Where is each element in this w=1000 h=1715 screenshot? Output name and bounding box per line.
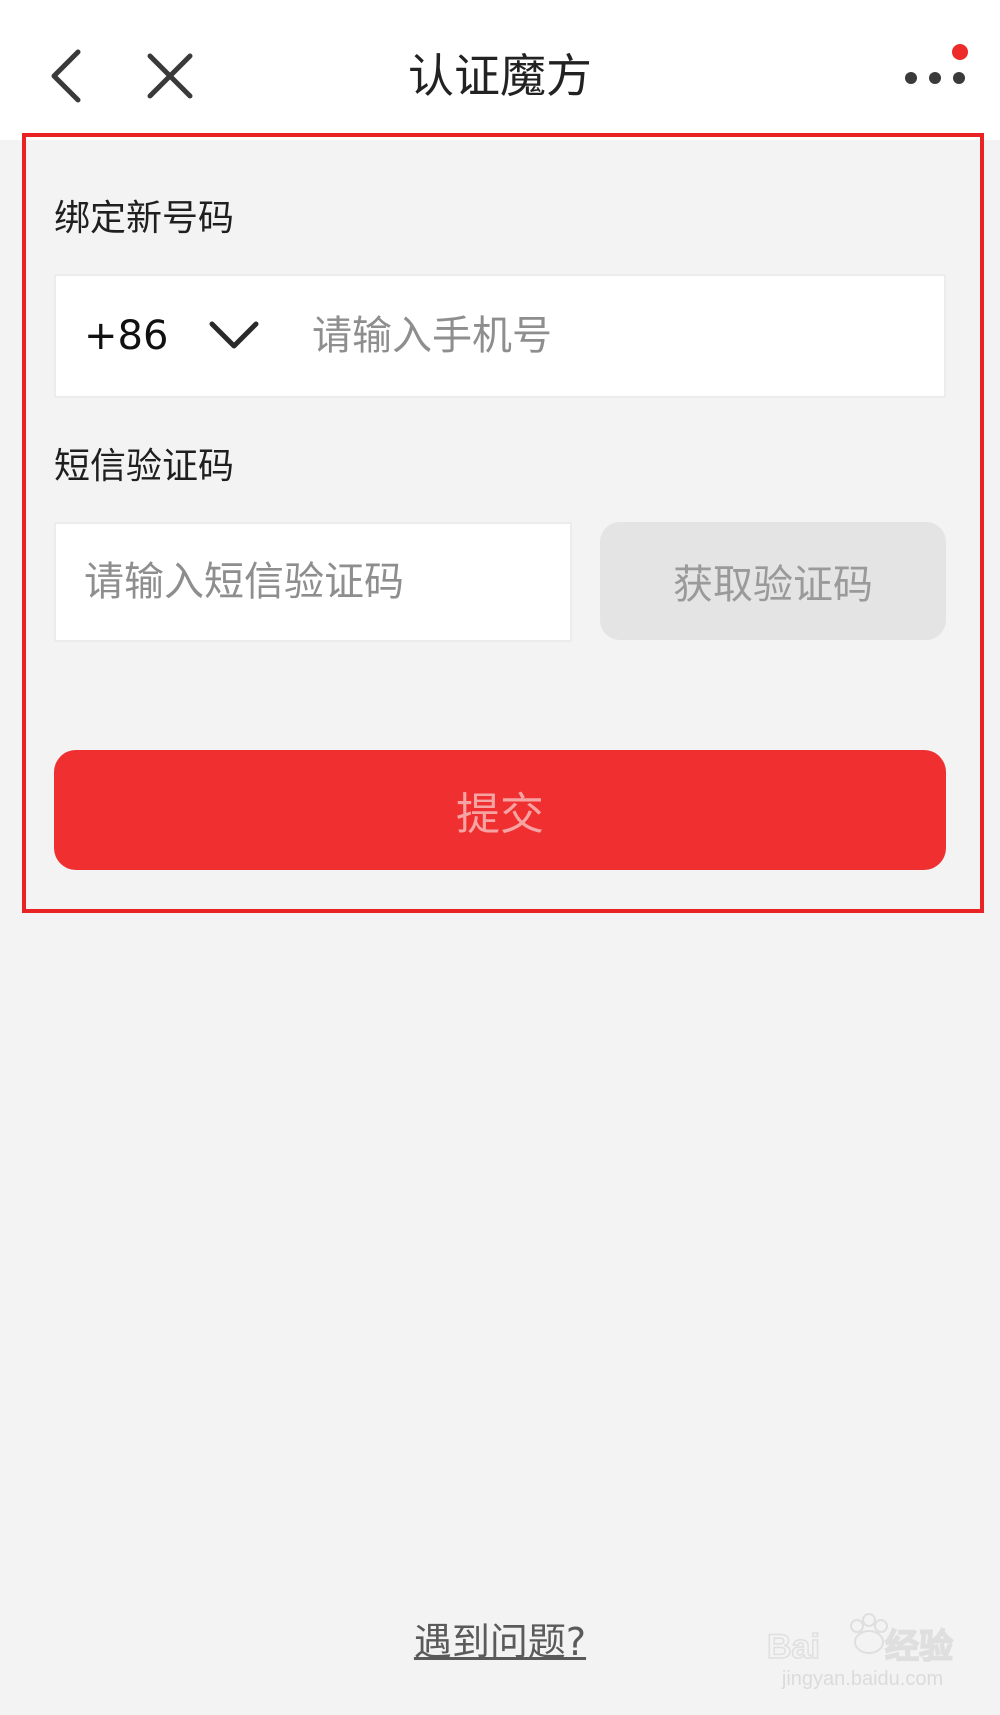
more-dots-icon[interactable] [895, 58, 975, 98]
sms-code-input[interactable] [84, 534, 554, 630]
baidu-jingyan-logo: Bai 经验 [766, 1613, 954, 1667]
more-dot [929, 72, 941, 84]
more-dot [953, 72, 965, 84]
page-title: 认证魔方 [408, 49, 592, 103]
more-dot [905, 72, 917, 84]
sms-code-label: 短信验证码 [54, 446, 235, 487]
close-icon[interactable] [140, 46, 200, 106]
watermark-url: jingyan.baidu.com [781, 1668, 944, 1690]
get-code-button[interactable]: 获取验证码 [600, 522, 946, 640]
back-icon[interactable] [40, 40, 96, 112]
country-code[interactable]: +86 [84, 276, 168, 396]
chevron-down-icon[interactable] [204, 310, 264, 360]
phone-input[interactable] [312, 286, 912, 386]
help-link[interactable]: 遇到问题? [400, 1614, 600, 1670]
phone-input-row: +86 [54, 274, 946, 398]
svg-text:Bai: Bai [767, 1628, 820, 1666]
phone-label: 绑定新号码 [54, 198, 235, 239]
top-bar: 认证魔方 [0, 0, 1000, 140]
watermark: Bai 经验 jingyan.baidu.com [765, 1606, 960, 1706]
svg-text:经验: 经验 [885, 1627, 953, 1666]
submit-button[interactable]: 提交 [54, 750, 946, 870]
notification-dot [952, 44, 968, 60]
sms-code-field [54, 522, 572, 642]
